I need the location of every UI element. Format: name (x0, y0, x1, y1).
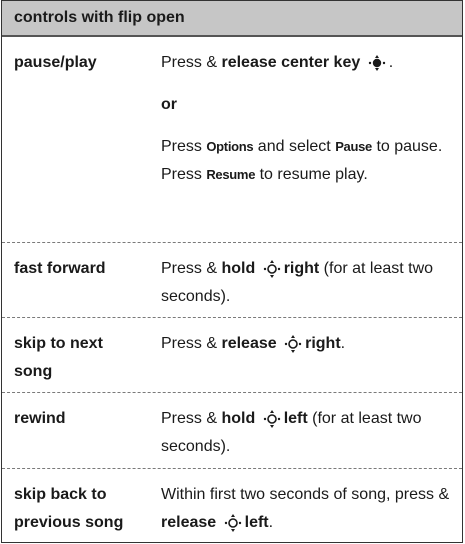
row-description: Press & release right. (161, 334, 346, 354)
center-key-icon (368, 53, 386, 73)
row-description: Within first two seconds of song, press … (161, 486, 450, 533)
options-key-label: Options (206, 139, 254, 154)
table-row: fast forward Press & hold right (for at … (2, 243, 462, 318)
row-description: Press & release center key . or Press Op… (161, 49, 453, 189)
table-row: skip to next song Press & release right. (2, 318, 462, 393)
row-label: pause/play (14, 54, 97, 71)
row-label: rewind (14, 410, 66, 427)
table-header: controls with flip open (2, 1, 462, 37)
resume-key-label: Resume (206, 167, 256, 182)
row-description: Press & hold right (for at least two sec… (161, 259, 434, 305)
table-row: rewind Press & hold left (for at least t… (2, 393, 462, 469)
nav-key-icon (284, 334, 302, 354)
nav-key-icon (263, 259, 281, 279)
alt-instruction: Press Options and select Pause to pause.… (161, 138, 443, 183)
or-separator: or (161, 96, 177, 113)
row-description: Press & hold left (for at least two seco… (161, 409, 422, 455)
row-label: fast forward (14, 260, 106, 277)
pause-option-label: Pause (335, 139, 372, 154)
table-row: skip back to previous song Within first … (2, 469, 462, 543)
table-title: controls with flip open (14, 9, 185, 26)
controls-table: controls with flip open pause/play Press… (1, 0, 463, 543)
nav-key-icon (224, 513, 242, 533)
row-label: skip to next song (14, 335, 103, 380)
table-row: pause/play Press & release center key . … (2, 37, 462, 243)
row-label: skip back to previous song (14, 486, 124, 531)
nav-key-icon (263, 409, 281, 429)
